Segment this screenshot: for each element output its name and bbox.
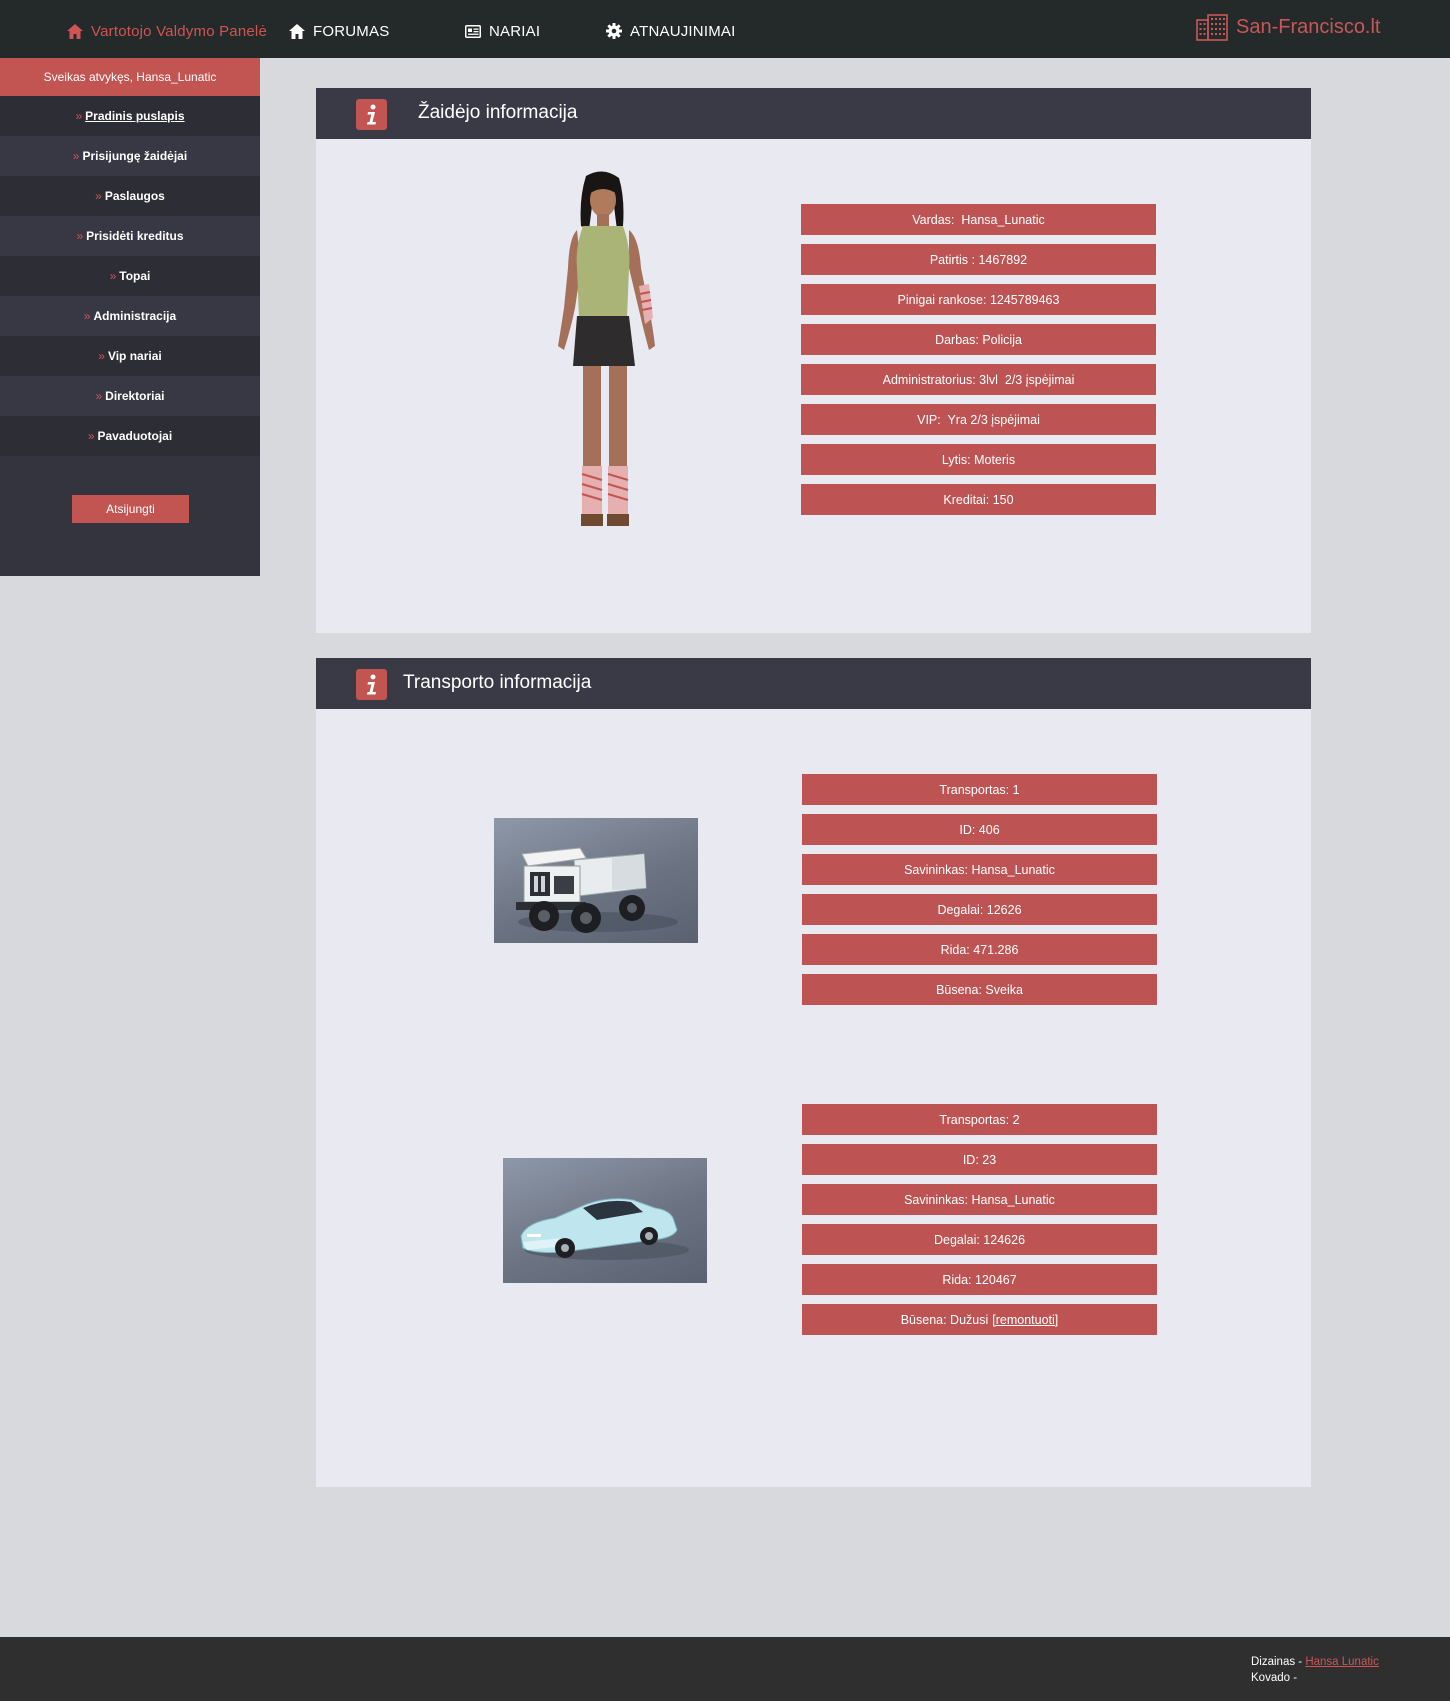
- sidebar-item-direktoriai[interactable]: » Direktoriai: [0, 376, 260, 416]
- sidebar-item-topai[interactable]: » Topai: [0, 256, 260, 296]
- sidebar-item-prisijunge[interactable]: » Prisijungę žaidėjai: [0, 136, 260, 176]
- nav-nariai-label: NARIAI: [489, 22, 541, 40]
- info-darbas: Darbas: Policija: [801, 324, 1156, 355]
- vehicle-transportas: Transportas: 2: [802, 1104, 1157, 1135]
- vehicle-transportas: Transportas: 1: [802, 774, 1157, 805]
- top-navigation-bar: Vartotojo Valdymo Panelė FORUMAS NARIAI: [0, 0, 1450, 58]
- brand-label: Vartotojo Valdymo Panelė: [91, 22, 268, 40]
- vehicle-rida: Rida: 120467: [802, 1264, 1157, 1295]
- sidebar-item-label: Administracija: [93, 309, 177, 323]
- footer-credits: Dizainas - Hansa Lunatic Kovado -: [1251, 1654, 1379, 1686]
- sidebar-item-pavaduotojai[interactable]: » Pavaduotojai: [0, 416, 260, 456]
- sidebar-item-label: Prisidėti kreditus: [86, 229, 184, 243]
- vehicle-savininkas: Savininkas: Hansa_Lunatic: [802, 1184, 1157, 1215]
- vehicle-busena-text: Būsena: Dužusi: [900, 1312, 989, 1327]
- sidebar-item-label: Topai: [119, 269, 151, 283]
- info-icon: [356, 669, 387, 700]
- info-icon: [356, 99, 387, 130]
- info-vip: VIP: Yra 2/3 įspėjimai: [801, 404, 1156, 435]
- sidebar-nav: » Pradinis puslapis » Prisijungę žaidėjai …: [0, 96, 260, 456]
- raquo-icon: »: [95, 189, 102, 203]
- design-credit: Dizainas - Hansa Lunatic: [1251, 1654, 1379, 1670]
- sidebar-item-pradinis[interactable]: » Pradinis puslapis: [0, 96, 260, 136]
- panel-title: Transporto informacija: [403, 672, 592, 693]
- transport-info-panel: Transporto informacija Transportas: 1 ID…: [316, 658, 1311, 1487]
- sidebar-item-label: Paslaugos: [104, 189, 165, 203]
- panel-header: Žaidėjo informacija: [316, 88, 1311, 139]
- vehicle-degalai: Degalai: 124626: [802, 1224, 1157, 1255]
- info-pinigai: Pinigai rankose: 1245789463: [801, 284, 1156, 315]
- raquo-icon: »: [109, 269, 117, 283]
- vehicle-degalai: Degalai: 12626: [802, 894, 1157, 925]
- sidebar-item-vip[interactable]: » Vip nariai: [0, 336, 260, 376]
- design-author-link[interactable]: Hansa Lunatic: [1305, 1656, 1379, 1668]
- vehicle-savininkas: Savininkas: Hansa_Lunatic: [802, 854, 1157, 885]
- raquo-icon: »: [87, 429, 95, 443]
- vehicle-2-info-list: Transportas: 2 ID: 23 Savininkas: Hansa_…: [802, 1104, 1157, 1344]
- nav-atnaujinimai-label: ATNAUJINIMAI: [630, 22, 736, 40]
- raquo-icon: »: [75, 109, 83, 123]
- raquo-icon: »: [98, 349, 105, 363]
- raquo-icon: »: [76, 229, 84, 243]
- id-card-icon: [465, 24, 481, 38]
- logout-button[interactable]: Atsijungti: [72, 495, 189, 523]
- design-label: Dizainas -: [1251, 1656, 1306, 1668]
- sidebar-item-paslaugos[interactable]: » Paslaugos: [0, 176, 260, 216]
- gear-icon: [606, 23, 622, 39]
- vehicle-1-info-list: Transportas: 1 ID: 406 Savininkas: Hansa…: [802, 774, 1157, 1014]
- sidebar-item-label: Direktoriai: [105, 389, 165, 403]
- nav-forumas-label: FORUMAS: [313, 22, 390, 40]
- vehicle-busena: Būsena: Sveika: [802, 974, 1157, 1005]
- vehicle-2-image: [503, 1158, 707, 1283]
- site-logo[interactable]: San-Francisco.lt: [1196, 12, 1381, 42]
- vehicle-id: ID: 23: [802, 1144, 1157, 1175]
- vehicle-id: ID: 406: [802, 814, 1157, 845]
- raquo-icon: »: [72, 149, 80, 163]
- nav-atnaujinimai[interactable]: ATNAUJINIMAI: [606, 20, 735, 42]
- footer: Dizainas - Hansa Lunatic Kovado -: [0, 1637, 1450, 1701]
- sidebar-item-administracija[interactable]: » Administracija: [0, 296, 260, 336]
- panel-title: Žaidėjo informacija: [418, 102, 578, 123]
- sidebar-item-label: Prisijungę žaidėjai: [82, 149, 188, 163]
- site-name: San-Francisco.lt: [1236, 15, 1381, 38]
- vehicle-busena: Būsena: Dužusi [remontuoti]: [802, 1304, 1157, 1335]
- info-vardas: Vardas: Hansa_Lunatic: [801, 204, 1156, 235]
- brand-link[interactable]: Vartotojo Valdymo Panelė: [67, 20, 267, 42]
- nav-nariai[interactable]: NARIAI: [465, 20, 540, 42]
- player-info-list: Vardas: Hansa_Lunatic Patirtis : 1467892…: [801, 204, 1156, 524]
- info-administratorius: Administratorius: 3lvl 2/3 įspėjimai: [801, 364, 1156, 395]
- panel-header: Transporto informacija: [316, 658, 1311, 709]
- repair-link[interactable]: [remontuoti]: [992, 1313, 1058, 1327]
- sidebar-item-label: Pradinis puslapis: [85, 109, 185, 123]
- vehicle-rida: Rida: 471.286: [802, 934, 1157, 965]
- info-patirtis: Patirtis : 1467892: [801, 244, 1156, 275]
- sidebar: Sveikas atvykęs, Hansa_Lunatic » Pradinis…: [0, 58, 260, 576]
- info-kreditai: Kreditai: 150: [801, 484, 1156, 515]
- player-character-image: [558, 171, 655, 526]
- player-info-panel: Žaidėjo informacija Vardas: Hansa_Lunati…: [316, 88, 1311, 633]
- code-credit: Kovado -: [1251, 1672, 1298, 1684]
- sidebar-item-kreditai[interactable]: » Prisidėti kreditus: [0, 216, 260, 256]
- home-icon: [67, 23, 83, 39]
- welcome-banner: Sveikas atvykęs, Hansa_Lunatic: [0, 58, 260, 96]
- raquo-icon: »: [83, 309, 91, 323]
- sidebar-item-label: Vip nariai: [107, 349, 162, 363]
- info-lytis: Lytis: Moteris: [801, 444, 1156, 475]
- nav-forumas[interactable]: FORUMAS: [289, 20, 389, 42]
- vehicle-1-image: [494, 818, 698, 943]
- building-icon: [1196, 13, 1228, 41]
- sidebar-item-label: Pavaduotojai: [97, 429, 173, 443]
- home-icon: [289, 23, 305, 39]
- raquo-icon: »: [95, 389, 103, 403]
